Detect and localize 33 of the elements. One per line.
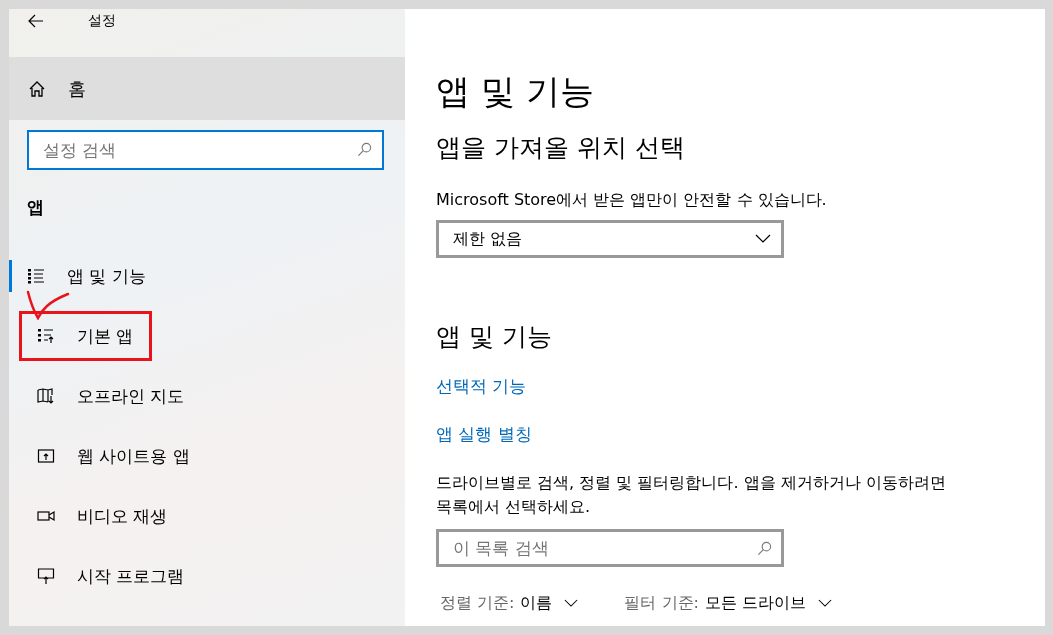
- source-description: Microsoft Store에서 받은 앱만이 안전할 수 있습니다.: [436, 189, 828, 211]
- nav-item[interactable]: 기본 앱: [19, 311, 153, 361]
- settings-search-field[interactable]: 설정 검색: [27, 130, 384, 170]
- list-icon: [27, 267, 45, 285]
- back-arrow-icon[interactable]: [28, 14, 44, 28]
- list-arrow-icon: [37, 327, 55, 345]
- nav-item[interactable]: 앱 및 기능: [9, 260, 165, 292]
- settings-link[interactable]: 앱 실행 별칭: [436, 423, 1045, 449]
- search-icon: [357, 142, 372, 157]
- nav-item[interactable]: 오프라인 지도: [19, 371, 204, 421]
- settings-link[interactable]: 선택적 기능: [436, 375, 1045, 401]
- sort-dropdown[interactable]: 정렬 기준: 이름: [440, 593, 579, 614]
- chevron-down-icon: [818, 599, 833, 608]
- app-list-search-field[interactable]: 이 목록 검색: [436, 529, 784, 567]
- nav-item[interactable]: 시작 프로그램: [19, 551, 204, 601]
- nav-item[interactable]: 비디오 재생: [19, 491, 187, 541]
- home-nav-item[interactable]: 홈: [9, 57, 405, 120]
- section-heading: 앱 및 기능: [436, 321, 553, 353]
- monitor-arrow-icon: [37, 567, 55, 585]
- search-icon: [757, 541, 772, 556]
- chevron-down-icon: [755, 234, 771, 244]
- window-title: 설정: [88, 12, 116, 30]
- home-icon: [28, 79, 46, 98]
- app-source-dropdown[interactable]: 제한 없음: [436, 220, 784, 258]
- filter-dropdown[interactable]: 필터 기준: 모든 드라이브: [624, 593, 833, 614]
- page-title: 앱 및 기능: [436, 70, 595, 113]
- nav-item[interactable]: 웹 사이트용 앱: [19, 431, 209, 481]
- handwritten-checkmark: [25, 290, 71, 320]
- list-description: 드라이브별로 검색, 정렬 및 필터링합니다. 앱을 제거하거나 이동하려면 목록에서 선택하세요.: [436, 472, 947, 518]
- section-heading: 앱: [26, 196, 45, 219]
- map-download-icon: [37, 387, 55, 405]
- chevron-down-icon: [564, 599, 579, 608]
- section-heading: 앱을 가져올 위치 선택: [436, 132, 686, 164]
